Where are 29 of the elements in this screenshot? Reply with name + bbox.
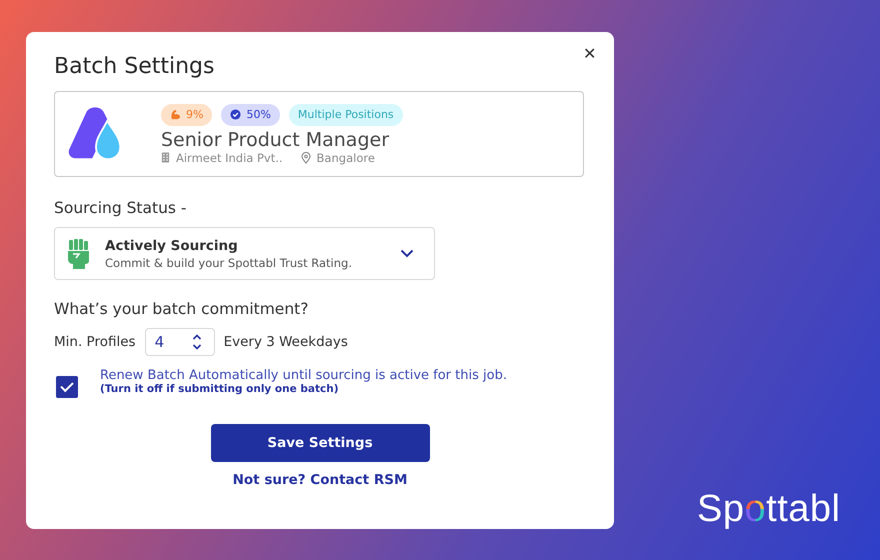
renew-hint: (Turn it off if submitting only one batch) [100,383,340,395]
number-stepper[interactable]: 4 [144,328,215,356]
save-button[interactable]: Save Settings [210,424,430,462]
fist-icon [67,238,91,268]
renew-label: Renew Batch Automatically until sourcing is active for this job. [100,368,507,383]
section-heading: What’s your batch commitment? [54,300,310,318]
score-badge: 9% [161,104,212,126]
verified-icon [230,109,242,120]
job-title: Senior Product Manager [161,128,390,150]
status-description: Commit & build your Spottabl Trust Rating. [105,256,353,270]
tag-badge: Multiple Positions [288,104,403,126]
location-text: Bangalore [316,150,375,164]
section-heading: Sourcing Status - [54,199,188,217]
company-name: Airmeet India Pvt.. [176,150,283,164]
location-pin-icon [300,152,311,164]
building-icon [161,152,170,163]
frequency-text: Every 3 Weekdays [224,334,348,350]
close-button[interactable]: ✕ [581,42,598,66]
status-dropdown[interactable]: Actively Sourcing Commit & build your Spottabl Trust Rating. [54,227,435,280]
verified-badge: 50% [221,104,280,126]
renew-checkbox[interactable] [56,376,78,398]
status-name: Actively Sourcing [105,238,239,254]
arm-icon [170,109,181,120]
brand-logo: Spottabl [697,488,840,531]
field-label: Min. Profiles [54,334,136,350]
contact-link[interactable]: Not sure? Contact RSM [232,472,408,488]
stepper-arrows-icon[interactable] [192,333,202,351]
chevron-down-icon [400,249,414,258]
dialog-title: Batch Settings [54,54,216,79]
